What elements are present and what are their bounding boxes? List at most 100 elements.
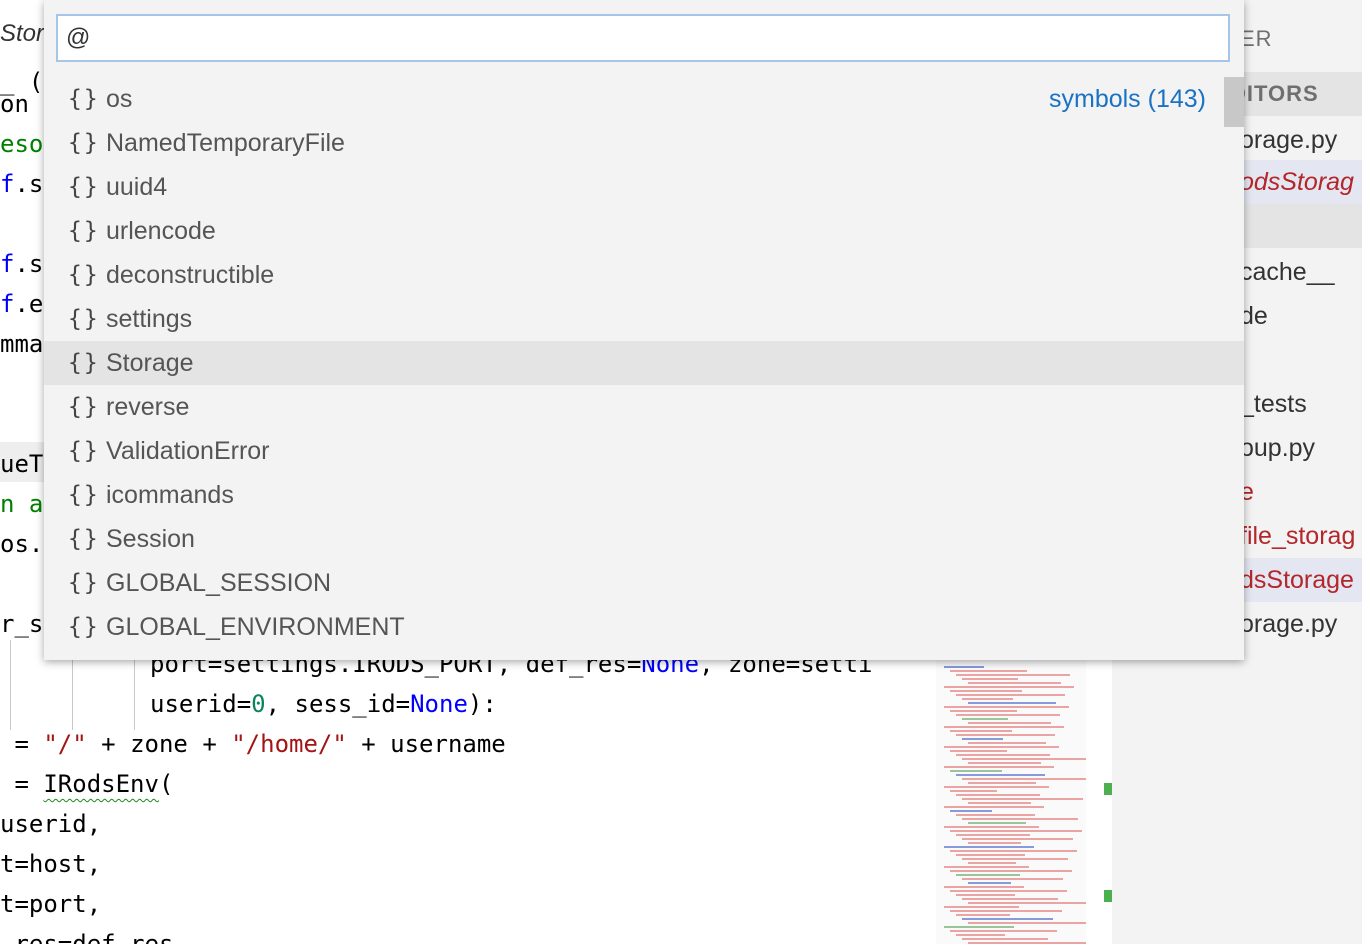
code-line: n a: [0, 490, 44, 518]
symbol-label: GLOBAL_ENVIRONMENT: [106, 613, 405, 641]
minimap-line: [962, 758, 1086, 760]
git-change-marker: [1104, 783, 1112, 795]
symbol-list-item[interactable]: {} urlencode: [44, 209, 1244, 253]
minimap-line: [968, 702, 1056, 704]
symbol-list-item[interactable]: {} settings: [44, 297, 1244, 341]
minimap[interactable]: [936, 660, 1086, 944]
symbol-list-item[interactable]: {} GLOBAL_ENVIRONMENT: [44, 605, 1244, 649]
symbol-list: {} os symbols (143){} NamedTemporaryFile{} u…: [44, 77, 1244, 660]
namespace-symbol-icon: {}: [68, 174, 100, 200]
minimap-line: [950, 890, 1067, 892]
minimap-line: [950, 790, 997, 792]
minimap-line: [956, 734, 1055, 736]
minimap-line: [956, 934, 1005, 936]
git-change-marker: [1104, 890, 1112, 902]
minimap-line: [944, 746, 1059, 748]
symbol-list-item[interactable]: {} reverse: [44, 385, 1244, 429]
sidebar-file-label: orage.py: [1240, 610, 1338, 638]
editor-tab-label[interactable]: Stor: [0, 20, 44, 48]
minimap-line: [956, 914, 1010, 916]
list-scrollbar[interactable]: [1224, 77, 1244, 127]
symbol-list-item[interactable]: {} NamedTemporaryFile: [44, 121, 1244, 165]
minimap-line: [950, 810, 992, 812]
minimap-line: [962, 738, 1003, 740]
symbol-label: NamedTemporaryFile: [106, 129, 345, 157]
minimap-line: [944, 766, 1054, 768]
minimap-line: [968, 822, 1026, 824]
quick-open-input[interactable]: [56, 14, 1230, 62]
indent-guide: [10, 640, 11, 730]
minimap-line: [956, 674, 1070, 676]
minimap-line: [950, 730, 1012, 732]
minimap-line: [968, 882, 1011, 884]
minimap-line: [956, 814, 1035, 816]
namespace-symbol-icon: {}: [68, 350, 100, 376]
minimap-line: [956, 694, 1065, 696]
minimap-line: [944, 886, 1024, 888]
minimap-line: [962, 718, 1008, 720]
minimap-line: [944, 786, 1049, 788]
sidebar-file-label: dsStorage: [1240, 566, 1354, 594]
minimap-line: [962, 838, 1073, 840]
symbol-list-item[interactable]: {} GLOBAL_SESSION: [44, 561, 1244, 605]
minimap-line: [944, 846, 1034, 848]
minimap-line: [950, 850, 1077, 852]
symbol-list-item[interactable]: {} Storage: [44, 341, 1244, 385]
minimap-line: [944, 806, 1044, 808]
minimap-line: [962, 898, 1058, 900]
minimap-line: [944, 686, 1074, 688]
namespace-symbol-icon: {}: [68, 614, 100, 640]
namespace-symbol-icon: {}: [68, 526, 100, 552]
minimap-line: [944, 726, 1064, 728]
minimap-line: [944, 926, 1014, 928]
minimap-line: [968, 902, 1086, 904]
namespace-symbol-icon: {}: [68, 306, 100, 332]
code-line: t=host,: [0, 850, 102, 878]
symbols-count-label: symbols (143): [1049, 85, 1206, 113]
symbol-label: os: [106, 85, 133, 113]
minimap-line: [962, 778, 1086, 780]
minimap-line: [950, 710, 1017, 712]
minimap-line: [962, 938, 1048, 940]
minimap-line: [962, 918, 1053, 920]
minimap-line: [968, 782, 1036, 784]
symbol-label: Storage: [106, 349, 194, 377]
minimap-line: [950, 870, 1072, 872]
namespace-symbol-icon: {}: [68, 394, 100, 420]
code-line: userid=0, sess_id=None):: [150, 690, 497, 718]
minimap-line: [956, 854, 1025, 856]
minimap-line: [944, 706, 1069, 708]
symbol-list-item[interactable]: {} Session: [44, 517, 1244, 561]
minimap-line: [956, 774, 1045, 776]
sidebar-file-label: oup.py: [1240, 434, 1316, 462]
symbol-label: deconstructible: [106, 261, 275, 289]
lint-warning-underline: IRodsEnv: [43, 770, 159, 798]
minimap-line: [956, 894, 1015, 896]
minimap-line: [956, 714, 1060, 716]
minimap-line: [962, 698, 1013, 700]
minimap-line: [968, 682, 1061, 684]
symbol-label: GLOBAL_SESSION: [106, 569, 332, 597]
minimap-line: [950, 830, 1082, 832]
minimap-line: [956, 794, 1040, 796]
namespace-symbol-icon: {}: [68, 570, 100, 596]
minimap-line: [950, 770, 1002, 772]
minimap-line: [944, 866, 1029, 868]
namespace-symbol-icon: {}: [68, 482, 100, 508]
symbol-list-item[interactable]: {} icommands: [44, 473, 1244, 517]
namespace-symbol-icon: {}: [68, 130, 100, 156]
sidebar-file-label: de: [1240, 302, 1268, 330]
minimap-line: [956, 834, 1030, 836]
symbol-list-item[interactable]: {} os symbols (143): [44, 77, 1244, 121]
code-line: t=port,: [0, 890, 102, 918]
symbol-list-item[interactable]: {} deconstructible: [44, 253, 1244, 297]
symbol-label: urlencode: [106, 217, 216, 245]
symbol-label: icommands: [106, 481, 234, 509]
minimap-line: [956, 754, 1050, 756]
symbol-list-item[interactable]: {} ValidationError: [44, 429, 1244, 473]
sidebar-file-label: cache__: [1240, 258, 1335, 286]
symbol-list-item[interactable]: {} uuid4: [44, 165, 1244, 209]
minimap-line: [962, 878, 1063, 880]
minimap-line: [968, 842, 1021, 844]
symbol-label: uuid4: [106, 173, 168, 201]
